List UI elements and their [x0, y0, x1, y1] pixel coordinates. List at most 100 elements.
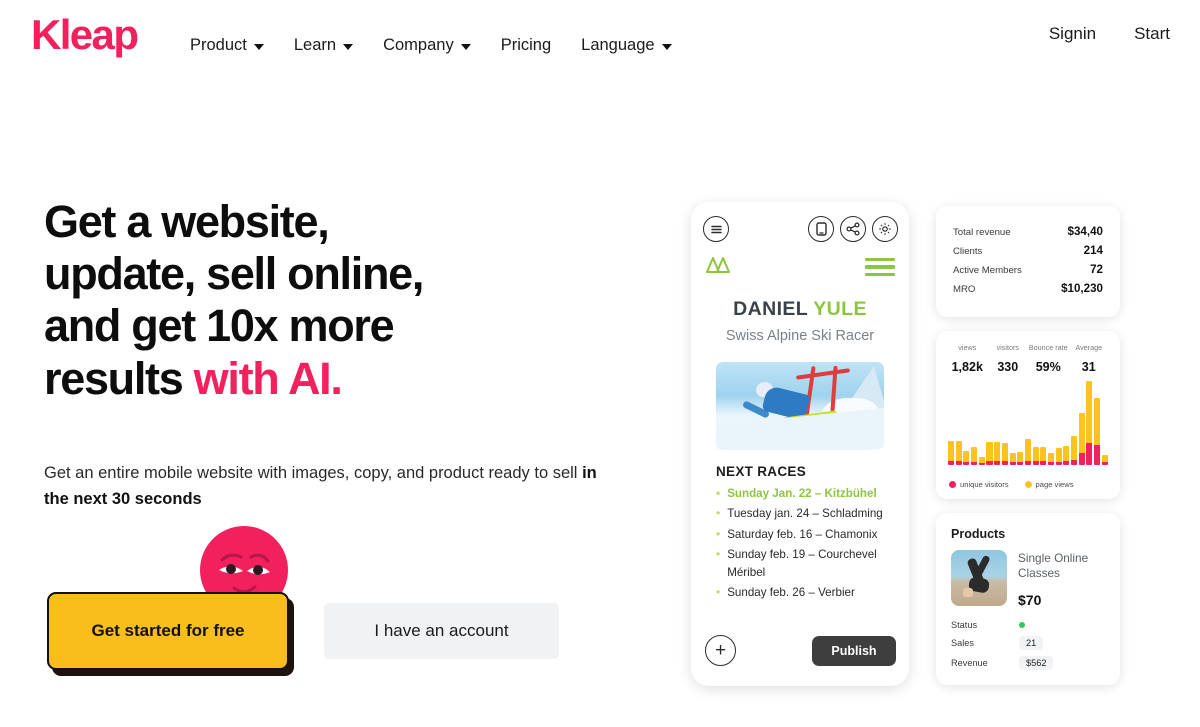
chart-bar-page-views — [1040, 447, 1047, 461]
legend-swatch-icon — [949, 481, 956, 488]
chart-bar-page-views — [1024, 439, 1031, 461]
have-account-button[interactable]: I have an account — [324, 603, 559, 659]
landing-page: Kleap Product Learn Company Pricing Language… — [0, 0, 1200, 727]
ski-racer-photo — [716, 362, 884, 450]
metric-label: visitors — [996, 343, 1019, 352]
chart-bar — [1055, 448, 1062, 465]
chart-bar — [1071, 436, 1078, 465]
nav-item-company[interactable]: Company — [383, 36, 471, 55]
phone-footer-bar: + Publish — [691, 635, 909, 669]
race-list-item: • Sunday feb. 19 – Courchevel Méribel — [716, 546, 891, 581]
race-label: Sunday feb. 26 – Verbier — [727, 585, 855, 599]
product-stat-label: Sales — [951, 637, 974, 648]
chart-bar-page-views — [1101, 455, 1108, 462]
bullet-icon: • — [716, 547, 721, 562]
race-label: Saturday feb. 16 – Chamonix — [727, 527, 878, 541]
chart-bar — [963, 451, 970, 465]
nav-item-pricing[interactable]: Pricing — [501, 36, 551, 55]
chevron-down-icon — [460, 43, 471, 50]
chart-bar — [1001, 443, 1008, 465]
chart-bar — [955, 441, 962, 465]
races-list: • Sunday Jan. 22 – Kitzbühel • Tuesday jan.… — [716, 485, 891, 604]
athlete-subtitle: Swiss Alpine Ski Racer — [725, 328, 875, 344]
chart-bar-page-views — [1094, 398, 1101, 445]
gear-icon[interactable] — [872, 216, 898, 242]
metric-value: 59% — [1035, 360, 1061, 374]
chart-bar-unique-visitors — [1047, 462, 1055, 465]
publish-button[interactable]: Publish — [812, 636, 896, 666]
chart-bar-page-views — [1063, 446, 1070, 461]
chart-bar-unique-visitors — [1086, 443, 1093, 465]
add-block-button[interactable]: + — [705, 635, 736, 666]
chart-bar-unique-visitors — [1001, 461, 1008, 465]
stat-value: $10,230 — [1061, 282, 1103, 295]
get-started-button[interactable]: Get started for free — [47, 592, 289, 670]
race-list-item: • Sunday Jan. 22 – Kitzbühel — [716, 485, 891, 502]
stats-list: Total revenue $34,40 Clients 214 Active Memb… — [936, 206, 1120, 295]
headline-line-2: update, sell online, — [44, 248, 424, 300]
nav-item-label: Product — [190, 36, 247, 54]
products-heading: Products — [951, 527, 1006, 541]
phone-mockup: DANIEL YULE Swiss Alpine Ski Racer NEXT … — [691, 202, 909, 686]
menu-icon[interactable] — [703, 216, 729, 242]
analytics-metric: Average 31 — [1069, 343, 1110, 376]
nav-item-language[interactable]: Language — [581, 36, 672, 55]
legend-label: page views — [1035, 480, 1074, 489]
chart-legend: unique visitors page views — [949, 480, 1109, 489]
share-icon[interactable] — [840, 216, 866, 242]
header-actions: Signin Start — [1049, 24, 1170, 44]
product-price: $70 — [1018, 591, 1042, 608]
hamburger-icon[interactable] — [865, 258, 895, 280]
site-header: Kleap Product Learn Company Pricing Language… — [0, 0, 1200, 78]
race-label: Sunday feb. 19 – Courchevel Méribel — [727, 548, 877, 579]
chart-bar-unique-visitors — [1009, 462, 1016, 465]
analytics-card: views 1,82k visitors 330 Bounce rate 59% Avera… — [936, 331, 1120, 499]
nav-item-label: Company — [383, 36, 454, 54]
metric-label: Bounce rate — [1028, 343, 1068, 352]
chart-bar-page-views — [1047, 453, 1055, 462]
headline-accent: with AI. — [193, 352, 343, 404]
signin-link[interactable]: Signin — [1049, 24, 1096, 44]
status-badge — [1019, 621, 1025, 628]
stats-card: Total revenue $34,40 Clients 214 Active Memb… — [936, 206, 1120, 317]
chart-bar-unique-visitors — [1055, 462, 1062, 465]
device-icon[interactable] — [808, 216, 834, 242]
analytics-metric: Bounce rate 59% — [1028, 343, 1069, 376]
nav-item-learn[interactable]: Learn — [294, 36, 354, 55]
chart-bar-page-views — [986, 442, 993, 461]
chart-bar-unique-visitors — [1071, 460, 1078, 465]
kleap-logo[interactable]: Kleap — [31, 14, 139, 56]
chart-bar-unique-visitors — [1032, 461, 1039, 465]
metric-value: 1,82k — [951, 360, 983, 374]
chart-bar — [971, 447, 978, 465]
subtitle-text: Get an entire mobile website with images… — [44, 463, 583, 482]
stat-label: MRO — [953, 284, 976, 295]
bullet-icon: • — [716, 486, 721, 500]
chart-bar-unique-visitors — [1078, 453, 1085, 465]
product-stats: Status Sales 21 Revenue $562 — [936, 608, 1120, 670]
chart-bar-unique-visitors — [1101, 462, 1108, 465]
product-summary: Single Online Classes $70 — [936, 541, 1120, 608]
stat-row: MRO $10,230 — [953, 282, 1103, 295]
product-stat-value: 21 — [1019, 635, 1044, 650]
stat-row: Active Members 72 — [953, 263, 1103, 276]
stat-row: Clients 214 — [953, 244, 1103, 257]
start-link[interactable]: Start — [1134, 24, 1170, 44]
stat-value: $34,40 — [1067, 225, 1103, 238]
metric-label: views — [958, 343, 977, 352]
chevron-down-icon — [253, 43, 264, 50]
chart-bar-page-views — [1055, 448, 1062, 462]
chart-bar-page-views — [1009, 453, 1016, 462]
chart-bar-unique-visitors — [986, 461, 993, 465]
product-stat-label: Revenue — [951, 657, 988, 668]
nav-item-product[interactable]: Product — [190, 36, 264, 55]
race-list-item: • Tuesday jan. 24 – Schladming — [716, 505, 891, 522]
analytics-metrics: views 1,82k visitors 330 Bounce rate 59% Avera… — [936, 331, 1120, 376]
chart-bar — [1086, 381, 1093, 465]
bullet-icon: • — [716, 526, 721, 541]
race-label: Sunday Jan. 22 – Kitzbühel — [727, 487, 877, 500]
chart-bar-page-views — [1086, 381, 1093, 443]
chart-bar — [1009, 453, 1016, 465]
chart-bar-unique-visitors — [948, 461, 955, 465]
product-info: Single Online Classes $70 — [1018, 550, 1120, 608]
